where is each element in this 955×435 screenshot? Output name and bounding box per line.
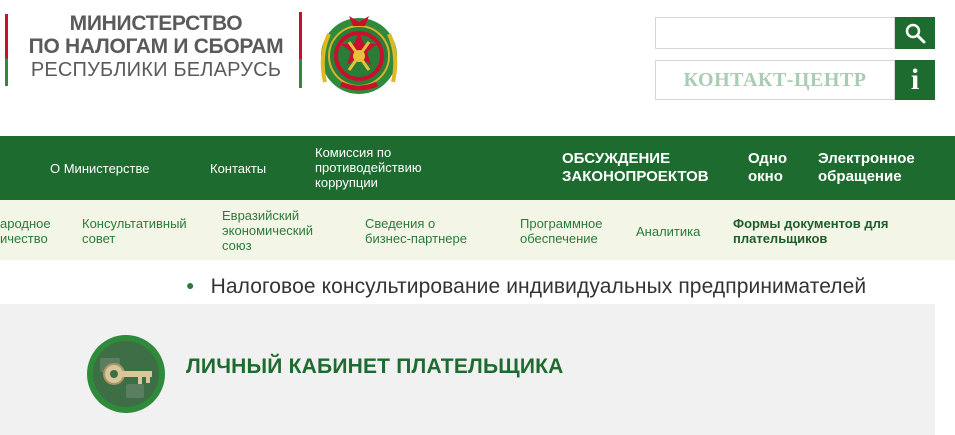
subnav-advisory-council[interactable]: Консультативный совет: [82, 216, 187, 246]
ministry-name-line2: ПО НАЛОГАМ И СБОРАМ: [28, 35, 284, 58]
nav-about-ministry[interactable]: О Министерстве: [50, 161, 149, 176]
subnav-council-line2: совет: [82, 231, 116, 246]
subnav-forms-line2: плательщиков: [733, 231, 828, 246]
news-headline-text: Налоговое консультирование индивидуальны…: [210, 275, 867, 298]
subnav-taxpayer-forms[interactable]: Формы документов для плательщиков: [733, 216, 888, 246]
info-button[interactable]: i: [895, 60, 935, 100]
subnav-software-line2: обеспечение: [520, 231, 598, 246]
nav-discussion-line1: ОБСУЖДЕНИЕ: [562, 150, 671, 167]
search-button[interactable]: [895, 17, 935, 49]
flag-stripe-left: [5, 14, 8, 86]
search-icon: [905, 23, 926, 44]
secondary-navigation: ародное ичество Консультативный совет Ев…: [0, 200, 955, 260]
news-headline-item[interactable]: ● Налоговое консультирование индивидуальн…: [186, 275, 866, 299]
flag-stripe-right: [299, 12, 302, 88]
subnav-intl-line1: ародное: [0, 216, 51, 231]
subnav-forms-line1: Формы документов для: [733, 216, 889, 231]
subnav-eaeu[interactable]: Евразийский экономический союз: [222, 208, 313, 253]
site-header: МИНИСТЕРСТВО ПО НАЛОГАМ И СБОРАМ РЕСПУБЛ…: [0, 0, 955, 136]
bullet-icon: ●: [186, 277, 195, 293]
nav-contacts[interactable]: Контакты: [210, 161, 266, 176]
nav-commission-line2: противодействию: [315, 160, 422, 175]
ministry-name-line3: РЕСПУБЛИКИ БЕЛАРУСЬ: [30, 59, 282, 81]
ministry-name-line1: МИНИСТЕРСТВО: [69, 12, 243, 35]
contact-center-label: КОНТАКТ-ЦЕНТР: [683, 68, 867, 91]
contact-center-button[interactable]: КОНТАКТ-ЦЕНТР: [655, 60, 895, 100]
subnav-partner-line1: Сведения о: [365, 216, 436, 231]
subnav-international-cooperation[interactable]: ародное ичество: [0, 216, 51, 246]
cabinet-title-link[interactable]: ЛИЧНЫЙ КАБИНЕТ ПЛАТЕЛЬЩИКА: [186, 355, 564, 379]
nav-one-window-line1: Одно: [748, 150, 788, 167]
subnav-software-line1: Программное: [520, 216, 603, 231]
nav-electronic-line1: Электронное: [818, 150, 915, 167]
nav-discussion-line2: ЗАКОНОПРОЕКТОВ: [562, 168, 709, 185]
nav-electronic-line2: обращение: [818, 168, 902, 185]
nav-commission-line3: коррупции: [315, 175, 378, 190]
key-icon[interactable]: [86, 334, 166, 414]
subnav-eaeu-line2: экономический: [222, 223, 314, 238]
info-icon: i: [910, 63, 920, 96]
nav-one-window-line2: окно: [748, 168, 783, 185]
subnav-council-line1: Консультативный: [82, 216, 187, 231]
nav-bill-discussion[interactable]: ОБСУЖДЕНИЕ ЗАКОНОПРОЕКТОВ: [562, 150, 709, 186]
main-navigation: О Министерстве Контакты Комиссия по прот…: [0, 136, 955, 200]
subnav-business-partner-info[interactable]: Сведения о бизнес-партнере: [365, 216, 467, 246]
nav-electronic-appeal[interactable]: Электронное обращение: [818, 150, 915, 186]
headline-overflow-fade: [925, 276, 955, 302]
subnav-eaeu-line1: Евразийский: [222, 208, 300, 223]
ministry-logo-text[interactable]: МИНИСТЕРСТВО ПО НАЛОГАМ И СБОРАМ РЕСПУБЛ…: [18, 12, 294, 82]
ministry-emblem-icon[interactable]: [311, 12, 407, 96]
search-input[interactable]: [655, 17, 895, 49]
subnav-partner-line2: бизнес-партнере: [365, 231, 467, 246]
subnav-intl-line2: ичество: [0, 231, 48, 246]
nav-anticorruption-commission[interactable]: Комиссия по противодействию коррупции: [315, 145, 422, 190]
subnav-eaeu-line3: союз: [222, 238, 252, 253]
subnav-analytics[interactable]: Аналитика: [636, 224, 700, 239]
nav-one-window[interactable]: Одно окно: [748, 150, 787, 186]
nav-commission-line1: Комиссия по: [315, 145, 392, 160]
subnav-software[interactable]: Программное обеспечение: [520, 216, 603, 246]
